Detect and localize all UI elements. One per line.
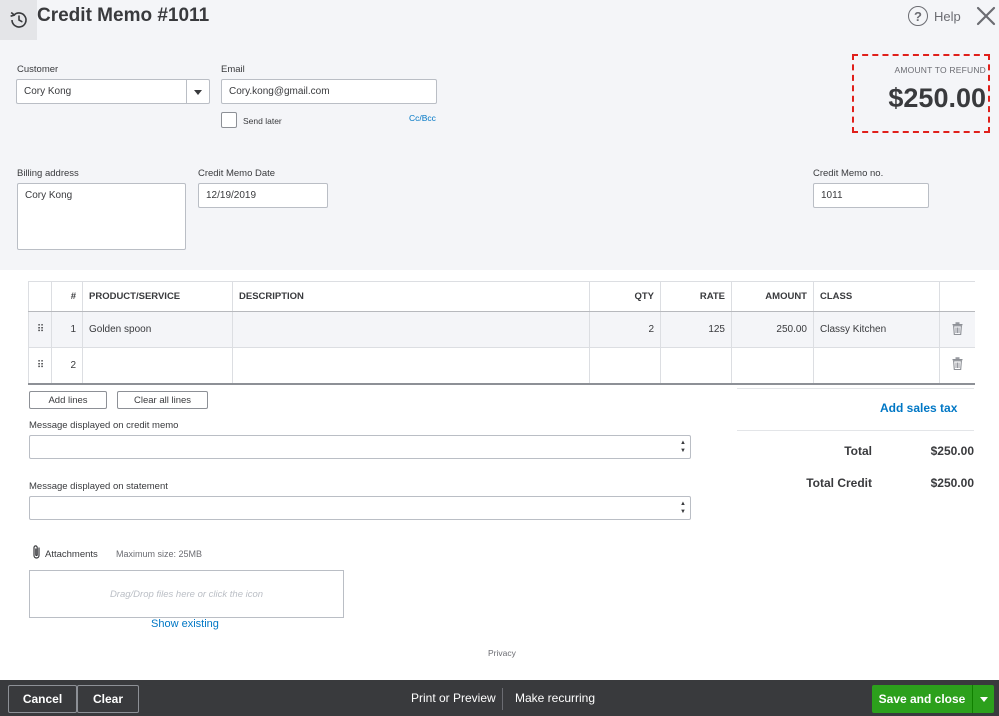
email-label: Email: [221, 64, 245, 75]
row-number: 2: [51, 347, 83, 385]
qty-cell[interactable]: 2: [589, 311, 661, 348]
billing-address-textarea[interactable]: Cory Kong: [17, 183, 186, 250]
customer-select[interactable]: Cory Kong: [16, 79, 210, 104]
email-value: Cory.kong@gmail.com: [229, 86, 330, 97]
cc-bcc-link[interactable]: Cc/Bcc: [409, 113, 436, 123]
statement-message-textarea[interactable]: ▲ ▼: [29, 496, 691, 520]
footer-divider: [502, 688, 503, 710]
memo-message-textarea[interactable]: ▲ ▼: [29, 435, 691, 459]
column-header-amount: AMOUNT: [731, 281, 814, 312]
column-header-drag: [28, 281, 52, 312]
column-header-class: CLASS: [813, 281, 940, 312]
billing-address-label: Billing address: [17, 168, 79, 179]
amount-cell[interactable]: 250.00: [731, 311, 814, 348]
attachment-dropzone[interactable]: Drag/Drop files here or click the icon: [29, 570, 344, 618]
attachments-label: Attachments: [45, 549, 98, 560]
totals-divider: [737, 388, 974, 389]
chevron-down-icon[interactable]: [980, 696, 988, 702]
drag-handle-icon[interactable]: ⠿: [28, 347, 52, 385]
total-value: $250.00: [930, 444, 974, 458]
drag-handle-icon[interactable]: ⠿: [28, 311, 52, 348]
rate-cell[interactable]: 125: [660, 311, 732, 348]
product-cell[interactable]: Golden spoon: [82, 311, 233, 348]
column-header-actions: [939, 281, 975, 312]
amount-to-refund-value: $250.00: [888, 83, 986, 113]
table-row[interactable]: ⠿ 1 Golden spoon 2 125 250.00 Classy Kit…: [28, 311, 975, 348]
totals-divider: [737, 430, 974, 431]
help-label: Help: [934, 8, 961, 24]
footer-bar: [0, 680, 999, 716]
class-cell[interactable]: [813, 347, 940, 385]
statement-message-label: Message displayed on statement: [29, 481, 168, 492]
rate-cell[interactable]: [660, 347, 732, 385]
clear-all-lines-button[interactable]: Clear all lines: [117, 391, 208, 409]
close-icon: [976, 6, 996, 26]
credit-memo-date-input[interactable]: 12/19/2019: [198, 183, 328, 208]
total-credit-value: $250.00: [930, 476, 974, 490]
save-and-close-button[interactable]: Save and close: [872, 685, 994, 713]
email-input[interactable]: Cory.kong@gmail.com: [221, 79, 437, 104]
delete-row-button[interactable]: [939, 311, 975, 348]
credit-memo-date-label: Credit Memo Date: [198, 168, 276, 179]
table-header-row: # PRODUCT/SERVICE DESCRIPTION QTY RATE A…: [28, 281, 975, 312]
help-button[interactable]: ? Help: [908, 6, 961, 26]
history-clock-icon: [9, 11, 27, 28]
paperclip-icon: [32, 544, 42, 560]
column-header-product: PRODUCT/SERVICE: [82, 281, 233, 312]
line-items-table: # PRODUCT/SERVICE DESCRIPTION QTY RATE A…: [28, 281, 975, 385]
memo-message-label: Message displayed on credit memo: [29, 420, 179, 431]
description-cell[interactable]: [232, 311, 590, 348]
table-row[interactable]: ⠿ 2: [28, 347, 975, 385]
select-divider: [186, 80, 187, 103]
trash-icon: [952, 321, 963, 335]
customer-value: Cory Kong: [24, 86, 72, 97]
make-recurring-link[interactable]: Make recurring: [515, 691, 595, 705]
delete-row-button[interactable]: [939, 347, 975, 385]
save-and-close-label: Save and close: [878, 692, 966, 706]
add-sales-tax-link[interactable]: Add sales tax: [880, 401, 957, 415]
credit-memo-no-value: 1011: [821, 190, 843, 201]
split-divider: [972, 685, 973, 713]
trash-icon: [952, 357, 963, 371]
column-header-description: DESCRIPTION: [232, 281, 590, 312]
add-lines-button[interactable]: Add lines: [29, 391, 107, 409]
send-later-checkbox[interactable]: [221, 112, 237, 128]
clear-button[interactable]: Clear: [77, 685, 139, 713]
customer-label: Customer: [17, 64, 59, 75]
credit-memo-date-value: 12/19/2019: [206, 190, 257, 201]
credit-memo-no-label: Credit Memo no.: [813, 168, 884, 179]
close-button[interactable]: [975, 5, 997, 27]
amount-to-refund-label: AMOUNT TO REFUND: [894, 65, 986, 75]
column-header-rate: RATE: [660, 281, 732, 312]
product-cell[interactable]: [82, 347, 233, 385]
billing-address-value: Cory Kong: [25, 190, 73, 201]
row-number: 1: [51, 311, 83, 348]
column-header-number: #: [51, 281, 83, 312]
qty-cell[interactable]: [589, 347, 661, 385]
print-or-preview-link[interactable]: Print or Preview: [411, 691, 496, 705]
send-later-label: Send later: [243, 116, 282, 126]
privacy-link[interactable]: Privacy: [488, 648, 516, 658]
credit-memo-no-input[interactable]: 1011: [813, 183, 929, 208]
cancel-button[interactable]: Cancel: [8, 685, 77, 713]
column-header-qty: QTY: [589, 281, 661, 312]
total-label: Total: [844, 444, 872, 458]
recent-history-button[interactable]: [0, 0, 37, 40]
max-size-label: Maximum size: 25MB: [116, 549, 203, 559]
help-icon: ?: [908, 6, 928, 26]
resize-arrows-icon[interactable]: ▲ ▼: [680, 439, 686, 455]
class-cell[interactable]: Classy Kitchen: [813, 311, 940, 348]
show-existing-link[interactable]: Show existing: [151, 618, 219, 630]
amount-cell[interactable]: [731, 347, 814, 385]
total-credit-label: Total Credit: [806, 476, 872, 490]
page-title: Credit Memo #1011: [37, 5, 210, 26]
resize-arrows-icon[interactable]: ▲ ▼: [680, 500, 686, 516]
chevron-down-icon: [194, 90, 202, 95]
description-cell[interactable]: [232, 347, 590, 385]
